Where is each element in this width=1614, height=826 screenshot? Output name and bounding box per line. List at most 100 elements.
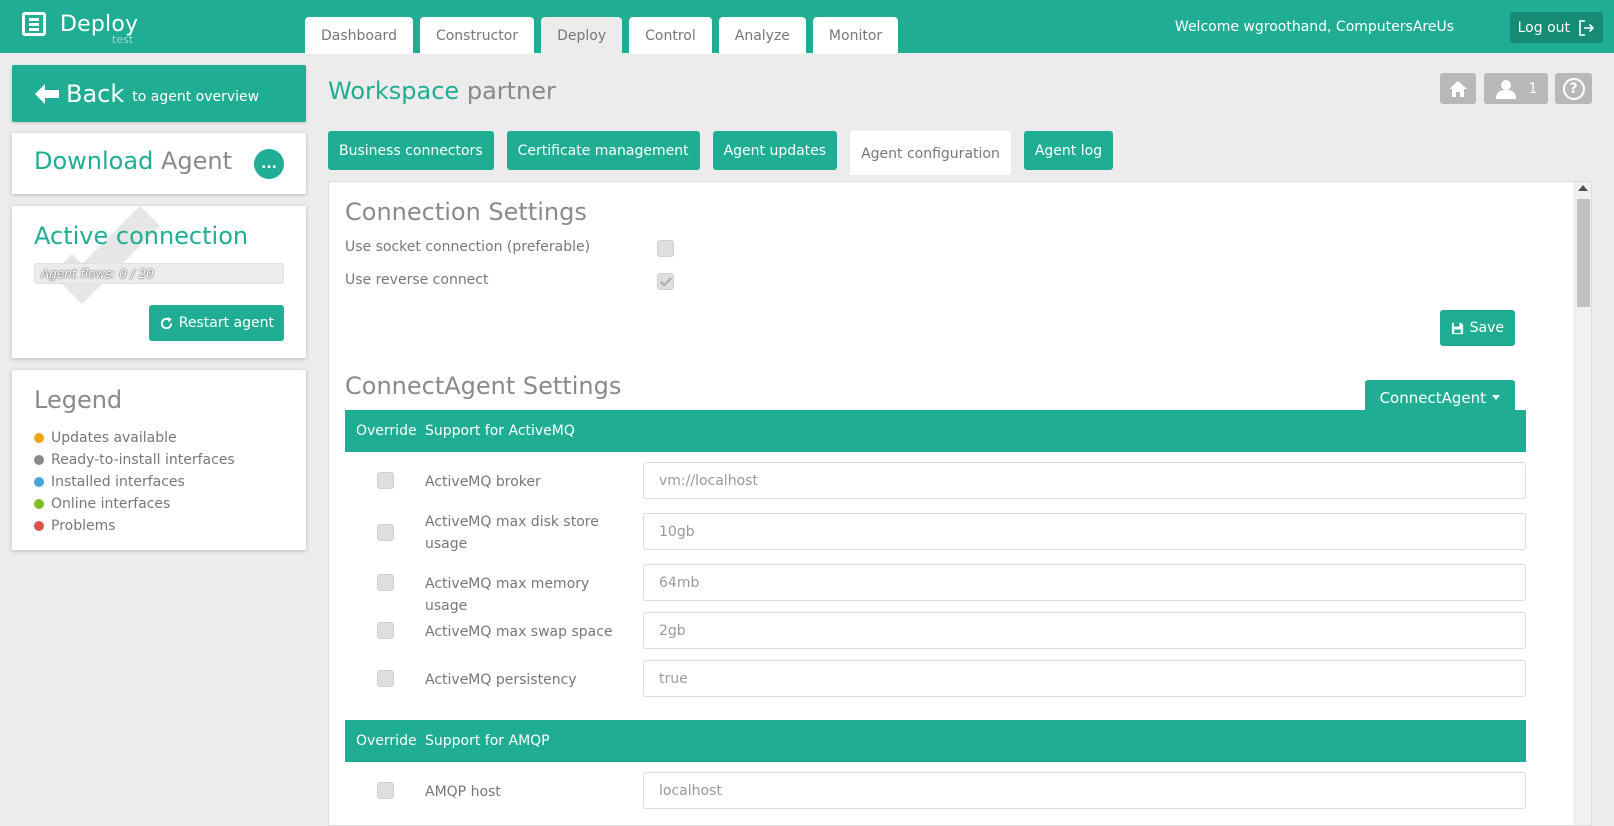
legend-label: Ready-to-install interfaces — [51, 452, 235, 468]
back-label: Back — [66, 79, 125, 108]
logout-label: Log out — [1517, 19, 1570, 36]
floppy-disk-icon — [1451, 322, 1463, 334]
caret-down-icon — [1492, 395, 1500, 400]
setting-label: AMQP host — [425, 784, 501, 800]
setting-label: ActiveMQ max swap space — [425, 624, 613, 640]
tab-agent-updates[interactable]: Agent updates — [712, 131, 838, 170]
users-count: 1 — [1528, 80, 1538, 97]
setting-row: ActiveMQ persistency true — [345, 660, 1526, 700]
legend-label: Updates available — [51, 430, 177, 446]
override-checkbox[interactable] — [377, 782, 394, 799]
setting-label: ActiveMQ broker — [425, 474, 541, 490]
override-checkbox[interactable] — [377, 472, 394, 489]
tab-certificate-management[interactable]: Certificate management — [506, 131, 700, 170]
legend-label: Problems — [51, 518, 116, 534]
app-env-label: test — [112, 33, 134, 46]
socket-connection-checkbox[interactable] — [657, 240, 674, 257]
main-nav: Dashboard Constructor Deploy Control Ana… — [305, 17, 905, 54]
home-icon — [1449, 80, 1467, 97]
legend-item: Installed interfaces — [34, 471, 235, 493]
setting-label: ActiveMQ persistency — [425, 672, 577, 688]
active-connection-card: Active connection Agent flows: 0 / 20 Re… — [12, 206, 306, 358]
setting-input[interactable]: localhost — [643, 772, 1526, 809]
setting-row: AMQP host localhost — [345, 772, 1526, 812]
active-connection-title: Active connection — [34, 222, 249, 250]
scroll-thumb[interactable] — [1577, 199, 1590, 307]
agent-configuration-panel: Connection Settings Use socket connectio… — [328, 181, 1592, 826]
tab-business-connectors[interactable]: Business connectors — [328, 131, 494, 170]
workspace-label: Workspace — [328, 77, 460, 105]
save-button[interactable]: Save — [1439, 310, 1515, 346]
restart-agent-button[interactable]: Restart agent — [148, 305, 284, 341]
legend-item: Problems — [34, 515, 235, 537]
legend-dot-icon — [34, 455, 44, 465]
connectagent-dropdown-label: ConnectAgent — [1379, 388, 1486, 407]
panel-scrollbar[interactable] — [1574, 182, 1591, 825]
scroll-up-icon[interactable] — [1578, 185, 1588, 191]
override-checkbox[interactable] — [377, 574, 394, 591]
override-checkbox[interactable] — [377, 670, 394, 687]
setting-input[interactable]: vm://localhost — [643, 462, 1526, 499]
legend-item: Updates available — [34, 427, 235, 449]
setting-input[interactable]: 10gb — [643, 513, 1526, 550]
legend-dot-icon — [34, 433, 44, 443]
connectagent-settings-title: ConnectAgent Settings — [345, 372, 622, 400]
setting-input[interactable]: 2gb — [643, 612, 1526, 649]
nav-tab-constructor[interactable]: Constructor — [419, 17, 535, 54]
override-checkbox[interactable] — [377, 524, 394, 541]
more-options-button[interactable]: ... — [254, 149, 284, 179]
arrow-left-icon — [35, 83, 59, 104]
legend-label: Online interfaces — [51, 496, 171, 512]
nav-tab-monitor[interactable]: Monitor — [812, 17, 899, 54]
group-header-activemq: Override Support for ActiveMQ — [345, 410, 1526, 452]
setting-row: ActiveMQ max swap space 2gb — [345, 612, 1526, 652]
setting-label: ActiveMQ max memory usage — [425, 576, 590, 614]
legend-card: Legend Updates available Ready-to-instal… — [12, 370, 306, 550]
group-name: Support for ActiveMQ — [425, 423, 575, 439]
save-label: Save — [1469, 320, 1504, 336]
workspace-title: Workspace partner — [328, 77, 556, 105]
connection-settings-title: Connection Settings — [345, 198, 587, 226]
setting-row: ActiveMQ max memory usage 64mb — [345, 564, 1526, 614]
override-column-label: Override — [356, 423, 417, 439]
back-sublabel: to agent overview — [132, 88, 260, 105]
users-button[interactable]: 1 — [1484, 73, 1548, 104]
setting-input[interactable]: true — [643, 660, 1526, 697]
group-header-amqp: Override Support for AMQP — [345, 720, 1526, 762]
logout-button[interactable]: Log out — [1509, 12, 1603, 43]
reverse-connect-checkbox[interactable] — [657, 273, 674, 290]
nav-tab-analyze[interactable]: Analyze — [718, 17, 806, 54]
top-bar: Deploy test Dashboard Constructor Deploy… — [0, 0, 1614, 54]
home-button[interactable] — [1440, 73, 1476, 104]
help-button[interactable]: ? — [1555, 73, 1592, 104]
agent-flows-progress: Agent flows: 0 / 20 — [34, 263, 284, 284]
legend-list: Updates available Ready-to-install inter… — [34, 427, 235, 537]
tab-agent-configuration[interactable]: Agent configuration — [850, 131, 1011, 175]
menu-list-icon[interactable] — [22, 12, 46, 36]
tab-agent-log[interactable]: Agent log — [1023, 131, 1114, 170]
welcome-text: Welcome wgroothand, ComputersAreUs — [1174, 19, 1454, 35]
download-title-muted: Agent — [160, 147, 232, 175]
nav-tab-control[interactable]: Control — [629, 17, 712, 54]
download-title-main: Download — [34, 147, 154, 175]
reverse-connect-label: Use reverse connect — [345, 272, 489, 288]
nav-tab-deploy[interactable]: Deploy — [541, 17, 623, 54]
agent-flows-text: Agent flows: 0 / 20 — [41, 266, 154, 281]
setting-row: ActiveMQ max disk store usage 10gb — [345, 513, 1526, 553]
legend-item: Ready-to-install interfaces — [34, 449, 235, 471]
help-icon: ? — [1562, 77, 1585, 100]
download-agent-card: Download Agent ... — [12, 133, 306, 194]
legend-title: Legend — [34, 386, 123, 414]
nav-tab-dashboard[interactable]: Dashboard — [305, 17, 413, 54]
workspace-tabs: Business connectors Certificate manageme… — [328, 131, 1126, 175]
user-icon — [1495, 79, 1516, 99]
group-name: Support for AMQP — [425, 733, 550, 749]
override-checkbox[interactable] — [377, 622, 394, 639]
override-column-label: Override — [356, 733, 417, 749]
download-agent-title[interactable]: Download Agent — [34, 147, 232, 175]
back-button[interactable]: Back to agent overview — [12, 65, 306, 122]
legend-dot-icon — [34, 499, 44, 509]
setting-input[interactable]: 64mb — [643, 564, 1526, 601]
legend-item: Online interfaces — [34, 493, 235, 515]
setting-label: ActiveMQ max disk store usage — [425, 514, 599, 552]
